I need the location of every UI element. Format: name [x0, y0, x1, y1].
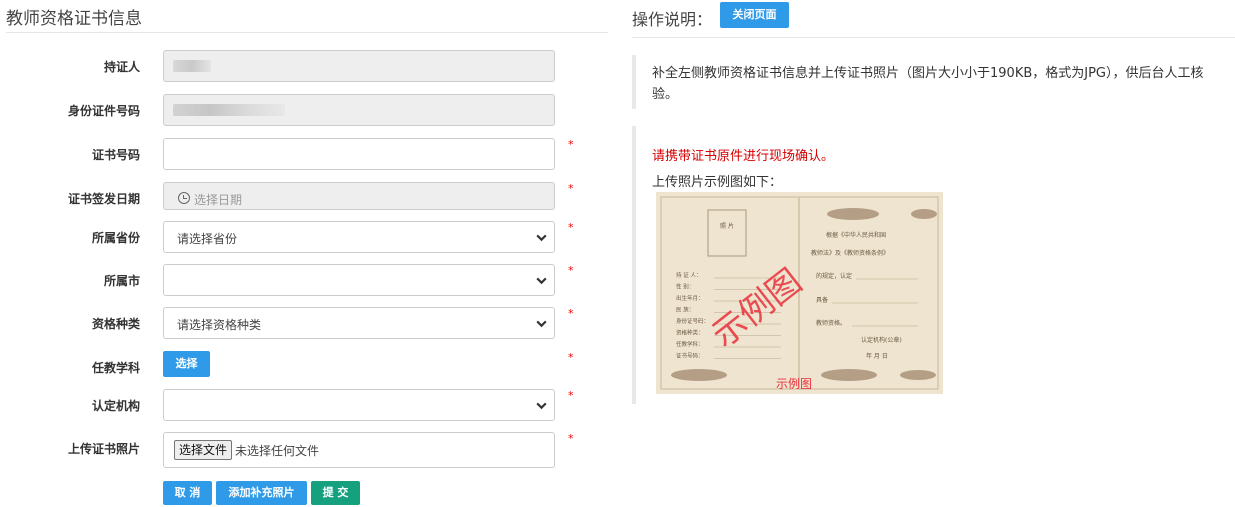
- instructions-divider: [632, 37, 1235, 38]
- province-selected: 请选择省份: [177, 232, 238, 246]
- select-subject-button[interactable]: 选择: [163, 351, 210, 377]
- chevron-down-icon: [536, 320, 547, 328]
- file-status: 未选择任何文件: [235, 444, 320, 458]
- required-mark: *: [568, 264, 574, 277]
- province-row: 所属省份 请选择省份 *: [6, 221, 608, 253]
- qualification-row: 资格种类 请选择资格种类 *: [6, 307, 608, 339]
- cert-has-text: 具备: [816, 296, 828, 304]
- issue-date-row: 证书签发日期 选择日期 *: [6, 182, 608, 214]
- redacted-holder-name: [173, 60, 211, 72]
- certificate-form-panel: 教师资格证书信息 持证人 身份证件号码 证书号码 * 证书签发日期 选择日期 *…: [6, 0, 608, 507]
- required-mark: *: [568, 351, 574, 364]
- chevron-down-icon: [536, 234, 547, 242]
- issue-date-label: 证书签发日期: [67, 192, 140, 206]
- cert-left-line-label: 性 别：: [676, 283, 694, 291]
- cancel-button[interactable]: 取 消: [163, 481, 212, 505]
- issue-date-picker[interactable]: 选择日期: [163, 182, 555, 210]
- form-title: 教师资格证书信息: [6, 9, 142, 29]
- cert-number-input[interactable]: [163, 138, 555, 170]
- qualification-label: 资格种类: [91, 317, 140, 331]
- instructions-panel: 操作说明： 关闭页面 补全左侧教师资格证书信息并上传证书照片（图片大小小于190…: [632, 0, 1235, 507]
- choose-file-button[interactable]: 选择文件: [174, 440, 233, 460]
- city-row: 所属市 *: [6, 264, 608, 296]
- holder-label: 持证人: [103, 60, 140, 74]
- cert-rule-text: 的规定，认定: [816, 272, 852, 280]
- id-number-field: [163, 94, 555, 126]
- clock-icon: [178, 192, 190, 204]
- id-number-row: 身份证件号码: [6, 94, 608, 126]
- photo-file-input[interactable]: 选择文件 未选择任何文件: [163, 432, 555, 468]
- issue-date-placeholder: 选择日期: [194, 193, 243, 207]
- cert-left-line-label: 证书号码：: [676, 352, 704, 360]
- cert-date-text: 年 月 日: [866, 352, 888, 360]
- qualification-selected: 请选择资格种类: [177, 318, 262, 332]
- instruction-text: 补全左侧教师资格证书信息并上传证书照片（图片大小小于190KB，格式为JPG），…: [652, 66, 1204, 102]
- sample-callout: 请携带证书原件进行现场确认。 上传照片示例图如下： 照 片 持 证 人： 性 别…: [632, 126, 1235, 404]
- subject-label: 任教学科: [91, 361, 140, 375]
- qualification-select[interactable]: 请选择资格种类: [163, 307, 555, 339]
- required-mark: *: [568, 182, 574, 195]
- close-page-button[interactable]: 关闭页面: [720, 2, 789, 28]
- photo-box-label: 照 片: [720, 222, 734, 230]
- photo-row: 上传证书照片 选择文件 未选择任何文件 *: [6, 432, 608, 468]
- cert-number-row: 证书号码 *: [6, 138, 608, 170]
- province-label: 所属省份: [91, 231, 140, 245]
- chevron-down-icon: [536, 277, 547, 285]
- submit-button[interactable]: 提 交: [311, 481, 360, 505]
- sample-caption: 上传照片示例图如下：: [652, 175, 783, 190]
- cert-left-line-label: 出生年月：: [676, 294, 704, 302]
- cert-left-line-label: 持 证 人：: [676, 271, 702, 279]
- holder-row: 持证人: [6, 50, 608, 82]
- photo-label: 上传证书照片: [67, 442, 140, 456]
- cert-left-line-label: 任教学科：: [676, 340, 704, 348]
- certificate-illustration: 照 片 持 证 人：性 别：出生年月：民 族：身份证号码：资格种类：任教学科：证…: [656, 192, 943, 394]
- required-mark: *: [568, 307, 574, 320]
- instructions-title: 操作说明：: [632, 10, 713, 29]
- city-select[interactable]: [163, 264, 555, 296]
- subject-row: 任教学科 选择 *: [6, 350, 608, 382]
- required-mark: *: [568, 432, 574, 445]
- chevron-down-icon: [536, 402, 547, 410]
- city-label: 所属市: [103, 274, 140, 288]
- cert-qual-text: 教师资格。: [816, 319, 846, 327]
- warning-text: 请携带证书原件进行现场确认。: [652, 149, 835, 164]
- title-divider: [6, 32, 608, 33]
- sample-watermark-small: 示例图: [776, 377, 812, 391]
- instruction-callout: 补全左侧教师资格证书信息并上传证书照片（图片大小小于190KB，格式为JPG），…: [632, 55, 1235, 109]
- cert-left-line-label: 民 族：: [676, 306, 694, 314]
- cert-authority-text: 认定机构(公章): [861, 336, 902, 344]
- cert-left-line-label: 资格种类：: [676, 329, 704, 337]
- authority-select[interactable]: [163, 389, 555, 421]
- required-mark: *: [568, 138, 574, 151]
- cert-number-label: 证书号码: [91, 148, 140, 162]
- province-select[interactable]: 请选择省份: [163, 221, 555, 253]
- id-number-label: 身份证件号码: [67, 104, 140, 118]
- required-mark: *: [568, 389, 574, 402]
- required-mark: *: [568, 221, 574, 234]
- add-photo-button[interactable]: 添加补充照片: [216, 481, 307, 505]
- authority-row: 认定机构 *: [6, 389, 608, 421]
- authority-label: 认定机构: [91, 399, 140, 413]
- sample-certificate-image: 照 片 持 证 人：性 别： 出生年月：民 族： 身份证号码： 资格种类： 任教学科：证…: [656, 192, 943, 394]
- cert-header-text: 根据《中华人民共和国: [826, 231, 886, 239]
- cert-law-text: 教师法》及《教师资格条例》: [811, 249, 889, 257]
- redacted-id-number: [173, 104, 285, 116]
- holder-field: [163, 50, 555, 82]
